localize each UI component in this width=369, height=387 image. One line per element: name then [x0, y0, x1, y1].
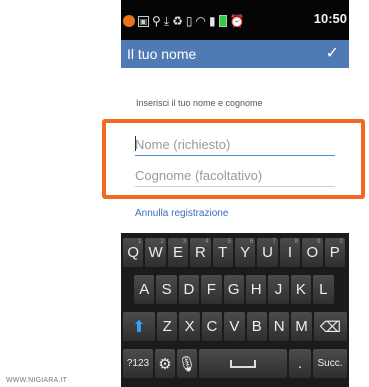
- key-t[interactable]: T5: [212, 238, 233, 267]
- key-n[interactable]: N: [268, 312, 290, 341]
- key-f[interactable]: F: [201, 275, 222, 304]
- backspace-icon: ⌫: [319, 318, 341, 336]
- period-key[interactable]: .: [289, 349, 311, 378]
- shift-key[interactable]: ⬆: [123, 312, 155, 341]
- key-i[interactable]: I8: [279, 238, 301, 267]
- key-x[interactable]: X: [179, 312, 200, 341]
- key-l[interactable]: L: [313, 275, 334, 304]
- status-icons: ▣ ⚲ ⤓ ♻ ▯ ◠ ▮ ⏰: [123, 12, 245, 30]
- key-c[interactable]: C: [201, 312, 223, 341]
- key-q[interactable]: Q1: [123, 238, 144, 267]
- gear-icon: ⚙: [158, 355, 172, 373]
- status-bar: ▣ ⚲ ⤓ ♻ ▯ ◠ ▮ ⏰ 10:50: [121, 0, 349, 40]
- key-g[interactable]: G: [223, 275, 244, 304]
- highlight-annotation: [102, 119, 365, 199]
- shift-arrow-icon: ⬆: [132, 318, 146, 336]
- key-m[interactable]: M: [291, 312, 312, 341]
- key-z[interactable]: Z: [157, 312, 178, 341]
- recycle-icon: ♻: [172, 14, 183, 28]
- settings-key[interactable]: ⚙: [155, 349, 175, 378]
- soft-keyboard: Q1 W2 E3 R4 T5 Y6 U7 I8 O9 P0 A S D F G …: [121, 233, 349, 387]
- key-s[interactable]: S: [156, 275, 177, 304]
- next-key[interactable]: Succ.: [313, 349, 347, 378]
- key-r[interactable]: R4: [190, 238, 211, 267]
- app-header: Il tuo nome ✓: [121, 40, 349, 68]
- keyboard-row-3: ⬆ Z X C V B N M ⌫: [123, 312, 347, 341]
- usb-icon: ⚲: [152, 14, 161, 28]
- wifi-icon: ◠: [195, 14, 206, 28]
- instruction-text: Inserisci il tuo nome e cognome: [136, 98, 263, 108]
- vibrate-icon: ▯: [185, 14, 193, 28]
- key-v[interactable]: V: [224, 312, 245, 341]
- keyboard-row-4: ?123 ⚙ 🎙 . Succ.: [123, 349, 347, 378]
- keyboard-row-2: A S D F G H J K L: [123, 275, 347, 304]
- page-title: Il tuo nome: [127, 46, 197, 62]
- check-icon[interactable]: ✓: [326, 43, 339, 62]
- key-a[interactable]: A: [134, 275, 155, 304]
- key-h[interactable]: H: [245, 275, 267, 304]
- battery-icon: [218, 15, 227, 27]
- key-e[interactable]: E3: [167, 238, 189, 267]
- key-b[interactable]: B: [246, 312, 267, 341]
- key-d[interactable]: D: [178, 275, 200, 304]
- microphone-icon: 🎙: [177, 355, 197, 373]
- status-time: 10:50: [313, 11, 347, 26]
- cancel-registration-link[interactable]: Annulla registrazione: [135, 208, 228, 219]
- key-w[interactable]: W2: [145, 238, 166, 267]
- key-o[interactable]: O9: [302, 238, 323, 267]
- microphone-key[interactable]: 🎙: [177, 349, 197, 378]
- app-notification-icon: [123, 15, 135, 27]
- key-j[interactable]: J: [268, 275, 289, 304]
- alarm-icon: ⏰: [229, 14, 245, 28]
- image-icon: ▣: [138, 15, 149, 27]
- key-u[interactable]: U7: [257, 238, 278, 267]
- signal-icon: ▮: [208, 14, 216, 28]
- space-key[interactable]: [199, 349, 287, 378]
- watermark: WWW.NIGIARA.IT: [6, 377, 68, 384]
- keyboard-row-1: Q1 W2 E3 R4 T5 Y6 U7 I8 O9 P0: [123, 238, 347, 267]
- key-y[interactable]: Y6: [234, 238, 256, 267]
- key-k[interactable]: K: [290, 275, 312, 304]
- space-icon: [230, 359, 256, 368]
- key-p[interactable]: P0: [324, 238, 345, 267]
- symbols-key[interactable]: ?123: [123, 349, 153, 378]
- backspace-key[interactable]: ⌫: [313, 312, 347, 341]
- download-icon: ⤓: [163, 14, 170, 28]
